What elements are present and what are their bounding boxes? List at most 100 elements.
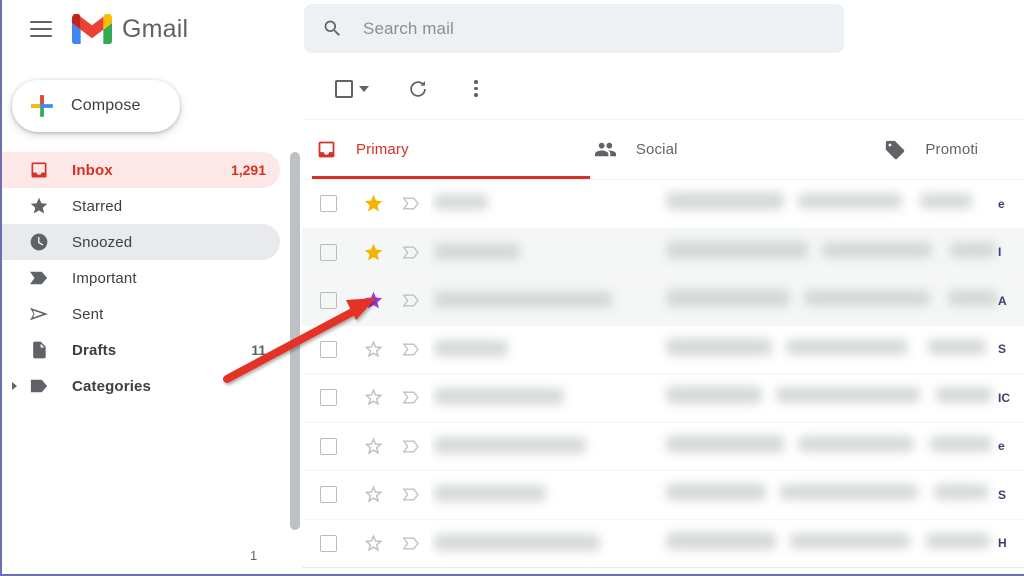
refresh-button[interactable] [396, 69, 440, 109]
app-title: Gmail [122, 14, 189, 43]
table-row[interactable]: e [302, 180, 1024, 229]
row-checkbox[interactable] [302, 243, 354, 261]
row-star-toggle[interactable] [354, 339, 392, 360]
label-icon [28, 375, 50, 397]
inbox-unread-count: 1,291 [230, 162, 266, 178]
sidebar-item-inbox[interactable]: Inbox 1,291 [2, 152, 280, 188]
row-important-toggle[interactable] [392, 244, 430, 261]
search-bar[interactable]: Search mail [304, 4, 844, 53]
sidebar-item-important[interactable]: Important [2, 260, 280, 296]
table-row[interactable]: e [302, 422, 1024, 471]
sidebar-footer-count: 1 [250, 548, 258, 563]
row-important-toggle[interactable] [392, 389, 430, 406]
table-row[interactable]: S [302, 325, 1024, 374]
compose-button[interactable]: Compose [12, 80, 180, 132]
row-content-redacted [430, 180, 1024, 228]
select-all-checkbox[interactable] [324, 69, 380, 109]
sidebar-item-label: Categories [72, 377, 152, 395]
important-outline-icon [402, 488, 419, 501]
refresh-icon [410, 80, 426, 97]
sidebar-item-label: Snoozed [72, 233, 133, 251]
sidebar-item-drafts[interactable]: Drafts 11 [2, 332, 280, 368]
hamburger-menu-icon[interactable] [18, 6, 64, 52]
row-important-toggle[interactable] [392, 535, 430, 552]
star-outline-icon [364, 388, 382, 406]
tab-promotions[interactable]: Promoti [871, 120, 1024, 179]
row-checkbox[interactable] [302, 292, 354, 310]
row-checkbox[interactable] [302, 389, 354, 407]
row-checkbox[interactable] [302, 534, 354, 552]
more-vertical-icon [474, 86, 478, 91]
checkbox-icon [319, 340, 337, 358]
tab-label: Primary [356, 141, 409, 158]
tab-label: Promoti [925, 141, 979, 158]
search-icon [324, 20, 340, 36]
row-content-redacted [430, 374, 1024, 422]
row-timestamp-partial: H [998, 536, 1007, 551]
row-star-toggle[interactable] [354, 387, 392, 408]
row-content-redacted [430, 229, 1024, 277]
checkbox-icon [335, 79, 353, 98]
hamburger-bar [30, 21, 52, 23]
row-star-toggle[interactable] [354, 193, 392, 214]
table-row[interactable]: A [302, 277, 1024, 326]
active-tab-underline [312, 176, 590, 179]
sidebar-item-categories[interactable]: Categories [2, 368, 280, 404]
row-checkbox[interactable] [302, 437, 354, 455]
row-timestamp-partial: e [998, 196, 1005, 211]
table-row[interactable]: I [302, 228, 1024, 277]
row-important-toggle[interactable] [392, 195, 430, 212]
row-timestamp-partial: e [998, 439, 1005, 454]
important-outline-icon [402, 294, 419, 307]
row-checkbox[interactable] [302, 486, 354, 504]
tab-label: Social [635, 141, 678, 158]
table-row[interactable]: H [302, 519, 1024, 568]
tab-primary[interactable]: Primary [302, 120, 582, 179]
sidebar-item-snoozed[interactable]: Snoozed [2, 224, 280, 260]
star-outline-icon [364, 436, 382, 455]
row-star-toggle[interactable] [354, 242, 392, 263]
brand[interactable]: Gmail [72, 14, 188, 44]
search-input[interactable]: Search mail [363, 19, 454, 39]
row-important-toggle[interactable] [392, 486, 430, 503]
row-timestamp-partial: A [998, 293, 1007, 308]
checkbox-icon [319, 195, 337, 213]
tab-social[interactable]: Social [582, 120, 872, 179]
table-row[interactable]: S [302, 471, 1024, 520]
row-important-toggle[interactable] [392, 341, 430, 358]
inbox-tab-icon [314, 138, 338, 162]
checkbox-icon [319, 534, 337, 552]
more-options-button[interactable] [454, 69, 498, 109]
app-header: Gmail Search mail [2, 0, 1024, 58]
important-outline-icon [402, 537, 419, 550]
star-filled-purple-icon [364, 292, 382, 309]
maillist-scrollbar[interactable] [290, 152, 300, 530]
row-content-redacted [430, 277, 1024, 325]
row-star-toggle[interactable] [354, 533, 392, 554]
row-checkbox[interactable] [302, 195, 354, 213]
tag-icon [883, 138, 907, 162]
row-important-toggle[interactable] [392, 292, 430, 309]
gmail-m-logo [72, 14, 112, 44]
sidebar-item-sent[interactable]: Sent [2, 296, 280, 332]
row-star-toggle[interactable] [354, 484, 392, 505]
more-vertical-icon [474, 93, 478, 97]
sidebar-item-starred[interactable]: Starred [2, 188, 280, 224]
chevron-right-icon[interactable] [12, 382, 17, 390]
drafts-count: 11 [251, 342, 266, 358]
row-important-toggle[interactable] [392, 438, 430, 455]
row-star-toggle[interactable] [354, 436, 392, 457]
maillist-toolbar [302, 58, 1024, 120]
row-star-toggle-purple[interactable] [354, 290, 392, 311]
row-checkbox[interactable] [302, 340, 354, 358]
sidebar: Compose Inbox 1,291 Starred Snoozed Impo… [2, 58, 287, 574]
sidebar-item-label: Important [72, 269, 137, 287]
important-outline-icon [402, 343, 419, 356]
more-vertical-icon [474, 80, 478, 84]
inbox-tabs: Primary Social Promoti [302, 120, 1024, 180]
chevron-down-icon[interactable] [359, 85, 369, 92]
checkbox-icon [319, 243, 337, 261]
table-row[interactable]: IC [302, 374, 1024, 423]
important-outline-icon [402, 391, 419, 404]
sidebar-item-label: Drafts [72, 341, 117, 359]
